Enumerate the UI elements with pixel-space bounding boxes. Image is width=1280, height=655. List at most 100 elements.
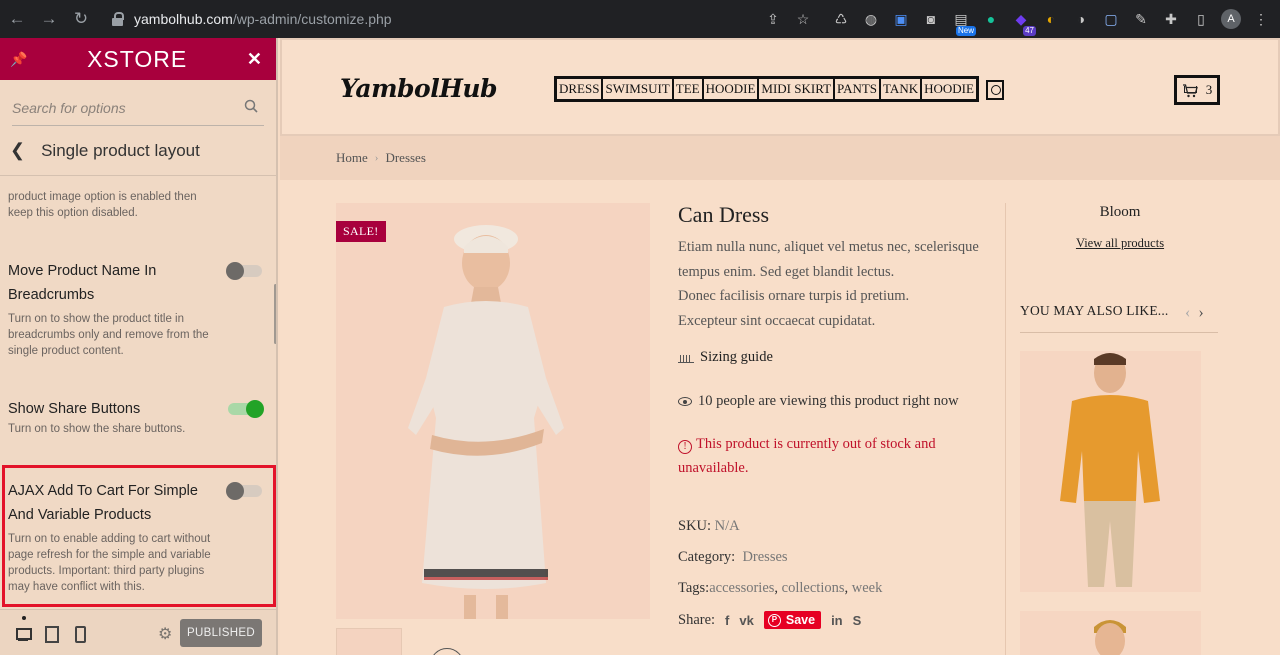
profile-avatar[interactable]: A — [1220, 8, 1242, 30]
reload-icon[interactable]: ↻ — [68, 6, 94, 32]
published-button[interactable]: PUBLISHED — [180, 619, 262, 647]
stock-text: This product is currently out of stock a… — [678, 436, 936, 476]
camera-icon[interactable]: ◙ — [920, 8, 942, 30]
viewers-notice: 10 people are viewing this product right… — [678, 393, 959, 410]
menu-item-hoodie-2[interactable]: HOODIE — [921, 78, 977, 100]
gear-icon[interactable]: ⚙ — [158, 624, 172, 644]
pinterest-save-button[interactable]: P Save — [763, 611, 822, 629]
globe-icon[interactable]: ◍ — [860, 8, 882, 30]
menu-item-hoodie[interactable]: HOODIE — [702, 78, 759, 100]
sidebar-scrollbar[interactable] — [274, 284, 276, 344]
description-line: Etiam nulla nunc, aliquet vel metus nec,… — [678, 239, 979, 255]
warning-icon: ! — [678, 440, 692, 454]
back-chevron-icon[interactable]: ❮ — [10, 140, 25, 161]
search-input[interactable]: Search for options — [12, 90, 264, 126]
toggle-knob — [226, 482, 244, 500]
site-preview: YambolHub DRESS SWIMSUIT TEE HOODIE MIDI… — [280, 38, 1280, 655]
news-extension-icon[interactable]: ▤ New — [950, 8, 976, 36]
xstore-logo: XSTORE — [87, 45, 188, 72]
option-title: AJAX Add To Cart For Simple And Variable… — [8, 483, 198, 523]
tag-link[interactable]: week — [852, 580, 883, 596]
option-description: Turn on to show the product title in bre… — [8, 313, 209, 357]
new-badge: New — [955, 26, 976, 36]
product-thumbnail[interactable] — [336, 628, 402, 655]
site-logo[interactable]: YambolHub — [340, 74, 498, 103]
menu-item-tee[interactable]: TEE — [672, 78, 703, 100]
brand-name: Bloom — [1099, 204, 1141, 220]
facebook-icon[interactable]: f — [725, 613, 729, 628]
ruler-icon — [678, 353, 694, 363]
product-photo — [336, 203, 650, 619]
back-arrow-icon[interactable]: ← — [4, 6, 30, 32]
menu-item-swimsuit[interactable]: SWIMSUIT — [602, 78, 673, 100]
share-icon[interactable]: ⇪ — [762, 8, 784, 30]
customizer-header: 📌 XSTORE ✕ — [0, 38, 276, 80]
color-extension-icon[interactable]: ◐ — [1040, 8, 1062, 30]
main-menu: DRESS SWIMSUIT TEE HOODIE MIDI SKIRT PAN… — [554, 76, 979, 102]
menu-item-tank[interactable]: TANK — [880, 78, 922, 100]
count-badge: 47 — [1023, 26, 1036, 36]
grammarly-icon[interactable]: ● — [980, 8, 1002, 30]
counter-extension-icon[interactable]: ◆ 47 — [1010, 8, 1036, 36]
site-header: YambolHub DRESS SWIMSUIT TEE HOODIE MIDI… — [280, 38, 1280, 136]
translate-icon[interactable]: ▣ — [890, 8, 912, 30]
cart-button[interactable]: 3 — [1174, 75, 1220, 105]
address-bar[interactable]: yambolhub.com/wp-admin/customize.php — [100, 5, 820, 33]
video-play-button[interactable] — [430, 648, 464, 655]
product-sku: SKU: N/A — [678, 518, 740, 534]
move-product-name-toggle[interactable] — [226, 262, 262, 280]
url-host: yambolhub.com — [134, 11, 233, 27]
mobile-preview-icon[interactable] — [70, 624, 88, 643]
related-product-photo — [1020, 611, 1201, 655]
related-product-image[interactable] — [1020, 611, 1201, 655]
bookmark-star-icon[interactable]: ☆ — [792, 8, 814, 30]
next-arrow-icon[interactable]: › — [1198, 304, 1211, 321]
close-icon[interactable]: ✕ — [247, 49, 262, 70]
breadcrumb-dresses[interactable]: Dresses — [385, 150, 425, 166]
vk-icon[interactable]: vk — [739, 613, 753, 628]
browser-toolbar: ← → ↻ yambolhub.com/wp-admin/customize.p… — [0, 0, 1280, 38]
search-icon[interactable] — [244, 99, 258, 113]
sidebar-toggle-icon[interactable]: ▯ — [1190, 8, 1212, 30]
description-line: Donec facilisis ornare turpis id pretium… — [678, 288, 910, 304]
breadcrumb-separator-icon: › — [374, 152, 379, 164]
share-label: Share: — [678, 611, 716, 628]
prev-arrow-icon[interactable]: ‹ — [1185, 304, 1198, 321]
show-share-buttons-toggle[interactable] — [228, 400, 264, 418]
category-link[interactable]: Dresses — [742, 549, 787, 565]
menu-item-pants[interactable]: PANTS — [834, 78, 881, 100]
pen-icon[interactable]: ✎ — [1130, 8, 1152, 30]
toggle-knob — [226, 262, 244, 280]
sizing-guide-link[interactable]: Sizing guide — [678, 349, 773, 366]
related-product-image[interactable] — [1020, 351, 1201, 592]
menu-item-dress[interactable]: DRESS — [556, 78, 603, 100]
product-image[interactable]: SALE! — [336, 203, 650, 619]
product-description: Etiam nulla nunc, aliquet vel metus nec,… — [678, 235, 998, 333]
ajax-add-to-cart-toggle[interactable] — [226, 482, 262, 500]
option-title: Show Share Buttons — [8, 401, 141, 417]
linkedin-icon[interactable]: in — [831, 613, 843, 628]
recycle-icon[interactable]: ♺ — [830, 8, 852, 30]
tag-link[interactable]: collections — [782, 580, 845, 596]
desktop-preview-icon[interactable] — [14, 624, 32, 642]
pin-icon[interactable]: 📌 — [10, 51, 27, 68]
menu-item-midi-skirt[interactable]: MIDI SKIRT — [758, 78, 835, 100]
sidebar-divider — [1005, 203, 1006, 655]
kebab-menu-icon[interactable]: ⋮ — [1250, 8, 1272, 30]
eye-icon — [678, 397, 692, 406]
viewers-text: 10 people are viewing this product right… — [698, 393, 959, 409]
breadcrumb-home[interactable]: Home — [336, 150, 368, 166]
site-search-icon[interactable] — [986, 80, 1004, 100]
active-device-dot — [22, 616, 26, 620]
dark-extension-icon[interactable]: ◑ — [1070, 8, 1092, 30]
tag-link[interactable]: accessories — [709, 580, 774, 596]
cart-count: 3 — [1205, 82, 1213, 97]
screen-icon[interactable]: ▢ — [1100, 8, 1122, 30]
cart-icon — [1182, 84, 1198, 98]
view-all-products-link[interactable]: View all products — [1020, 236, 1220, 251]
skype-icon[interactable]: S — [853, 613, 862, 628]
tablet-preview-icon[interactable] — [42, 624, 60, 643]
forward-arrow-icon[interactable]: → — [36, 6, 62, 32]
you-may-also-like-heading: YOU MAY ALSO LIKE... — [1020, 303, 1169, 318]
puzzle-extensions-icon[interactable]: ✚ — [1160, 8, 1182, 30]
